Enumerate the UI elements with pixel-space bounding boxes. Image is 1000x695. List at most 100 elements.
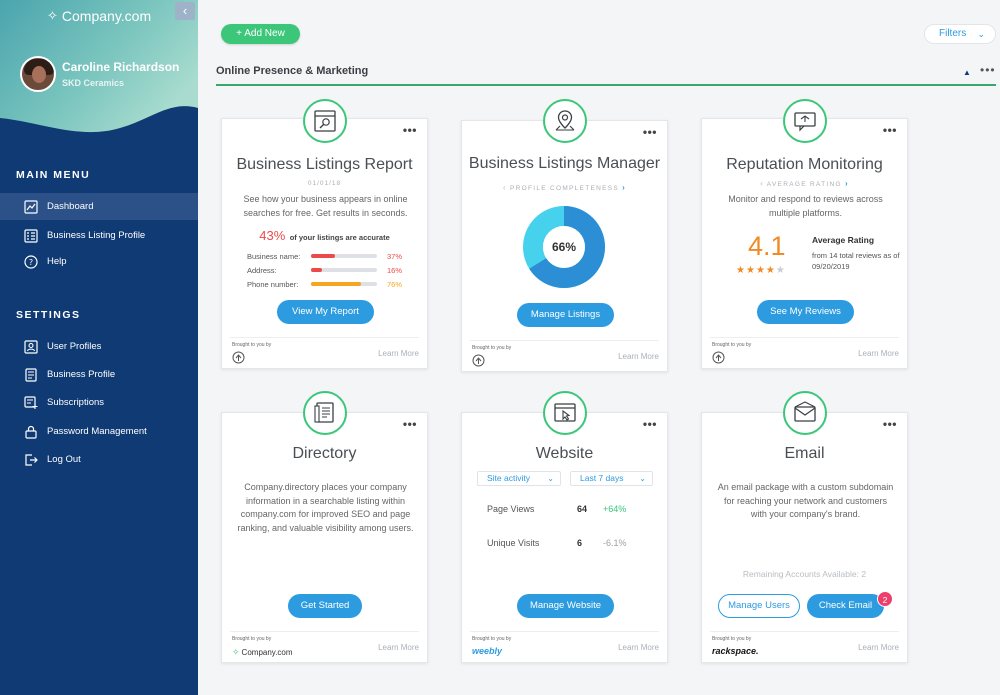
sidebar-item-label: Help xyxy=(47,256,67,267)
bar-fill xyxy=(311,268,322,272)
bar-value: 76% xyxy=(387,279,403,289)
learn-more-link[interactable]: Learn More xyxy=(858,643,899,652)
star-filled-icon: ★ xyxy=(755,265,766,276)
view-my-report-button[interactable]: View My Report xyxy=(277,300,374,324)
card-footer: Brought to you by ✧ Company.com Learn Mo… xyxy=(230,631,419,663)
manage-users-button[interactable]: Manage Users xyxy=(718,594,800,618)
card-more-menu[interactable]: ••• xyxy=(403,123,417,137)
chevron-down-icon: ⌄ xyxy=(639,474,646,483)
sidebar-item-log-out[interactable]: Log Out xyxy=(0,446,198,473)
completeness-donut: 66% xyxy=(523,206,605,288)
help-icon: ? xyxy=(23,254,39,270)
dashboard-icon xyxy=(23,199,39,215)
bar-fill xyxy=(311,282,362,286)
chevron-down-icon: ⌄ xyxy=(977,29,985,39)
sidebar-item-help[interactable]: ? Help xyxy=(0,248,198,275)
svg-text:?: ? xyxy=(29,258,33,267)
company-badge-icon xyxy=(232,351,245,369)
sidebar-item-business-listing-profile[interactable]: Business Listing Profile xyxy=(0,222,198,249)
card-description: An email package with a custom subdomain… xyxy=(717,482,894,519)
sidebar-item-label: Log Out xyxy=(47,454,81,465)
sidebar-item-password-management[interactable]: Password Management xyxy=(0,418,198,445)
learn-more-link[interactable]: Learn More xyxy=(618,352,659,361)
avatar[interactable] xyxy=(20,56,56,92)
chevron-left-icon[interactable]: ‹ xyxy=(503,183,507,192)
sidebar-item-dashboard[interactable]: Dashboard xyxy=(0,193,198,220)
card-website: ••• Website Site activity ⌄ Last 7 days … xyxy=(461,412,668,663)
card-footer: Brought to you by Learn More xyxy=(710,337,899,369)
envelope-icon xyxy=(783,391,827,435)
sidebar-item-label: Subscriptions xyxy=(47,397,105,408)
sidebar-item-label: Password Management xyxy=(47,426,147,437)
chevron-right-icon[interactable]: › xyxy=(622,183,626,192)
learn-more-link[interactable]: Learn More xyxy=(618,643,659,652)
brought-label: Brought to you by xyxy=(232,342,272,348)
card-description: See how your business appears in online … xyxy=(243,194,408,218)
filters-label: Filters xyxy=(939,28,967,39)
card-description: Monitor and respond to reviews across mu… xyxy=(728,194,883,218)
card-more-menu[interactable]: ••• xyxy=(403,417,417,431)
accuracy-bars: Business name: 37% Address: 16% Phone nu… xyxy=(247,249,407,291)
star-filled-icon: ★ xyxy=(745,265,756,276)
rating-detail: from 14 total reviews as of 09/20/2019 xyxy=(812,251,900,271)
bar-value: 16% xyxy=(387,265,403,275)
star-empty-icon: ★ xyxy=(775,265,786,276)
sidebar-item-label: Business Listing Profile xyxy=(47,230,146,241)
search-listing-icon xyxy=(303,99,347,143)
stat-change: -6.1% xyxy=(603,538,627,548)
collapse-sidebar-button[interactable]: ‹ xyxy=(175,2,195,20)
company-badge-icon xyxy=(472,354,485,372)
card-more-menu[interactable]: ••• xyxy=(643,125,657,139)
section-more-menu[interactable]: ••• xyxy=(980,63,996,77)
list-icon xyxy=(23,228,39,244)
card-title: Website xyxy=(535,445,594,462)
sidebar-item-label: User Profiles xyxy=(47,341,102,352)
learn-more-link[interactable]: Learn More xyxy=(378,349,419,358)
card-more-menu[interactable]: ••• xyxy=(643,417,657,431)
accuracy-value: 43% xyxy=(259,228,286,243)
chevron-right-icon[interactable]: › xyxy=(845,179,849,188)
learn-more-link[interactable]: Learn More xyxy=(858,349,899,358)
card-subtitle: ‹ AVERAGE RATING › xyxy=(760,179,849,188)
lock-icon xyxy=(23,424,39,440)
browser-cursor-icon xyxy=(543,391,587,435)
star-filled-icon: ★ xyxy=(736,265,746,276)
location-pin-icon xyxy=(543,99,587,143)
card-directory: ••• Directory Company.directory places y… xyxy=(221,412,428,663)
section-divider xyxy=(216,84,996,86)
report-date: 01/01/18 xyxy=(307,180,342,187)
sidebar-header: ‹ ✧ Company.com Caroline Richardson SKD … xyxy=(0,0,198,150)
add-new-button[interactable]: + Add New xyxy=(221,24,300,44)
check-email-button[interactable]: Check Email xyxy=(807,594,884,618)
card-footer: Brought to you by Learn More xyxy=(230,337,419,369)
chevron-left-icon[interactable]: ‹ xyxy=(760,179,764,188)
accuracy-line: 43% of your listings are accurate xyxy=(222,227,427,245)
sidebar-item-user-profiles[interactable]: User Profiles xyxy=(0,333,198,360)
bar-row-business-name: Business name: 37% xyxy=(247,251,403,261)
company-logo[interactable]: ✧ Company.com xyxy=(47,8,151,24)
section-title: Online Presence & Marketing xyxy=(216,65,369,77)
card-title: Directory xyxy=(292,445,357,462)
caret-up-icon[interactable]: ▲ xyxy=(963,68,971,77)
see-my-reviews-button[interactable]: See My Reviews xyxy=(757,300,854,324)
user-name: Caroline Richardson xyxy=(62,60,180,74)
filters-button[interactable]: Filters ⌄ xyxy=(924,24,996,44)
site-activity-dropdown[interactable]: Site activity ⌄ xyxy=(477,471,561,486)
subscription-icon xyxy=(23,395,39,411)
card-title: Business Listings Report xyxy=(236,156,413,173)
learn-more-link[interactable]: Learn More xyxy=(378,643,419,652)
card-more-menu[interactable]: ••• xyxy=(883,123,897,137)
sidebar-item-business-profile[interactable]: Business Profile xyxy=(0,361,198,388)
provider-logo: rackspace. xyxy=(712,646,759,656)
manage-website-button[interactable]: Manage Website xyxy=(517,594,614,618)
get-started-button[interactable]: Get Started xyxy=(288,594,362,618)
provider-logo: ✧ Company.com xyxy=(232,647,293,657)
company-logo-text: Company.com xyxy=(61,8,152,24)
sidebar-item-subscriptions[interactable]: Subscriptions xyxy=(0,389,198,416)
rating-stars: ★★★★★ xyxy=(736,265,786,276)
brought-label: Brought to you by xyxy=(472,636,512,642)
manage-listings-button[interactable]: Manage Listings xyxy=(517,303,614,327)
card-more-menu[interactable]: ••• xyxy=(883,417,897,431)
sidebar-item-label: Dashboard xyxy=(47,201,94,212)
date-range-dropdown[interactable]: Last 7 days ⌄ xyxy=(570,471,653,486)
